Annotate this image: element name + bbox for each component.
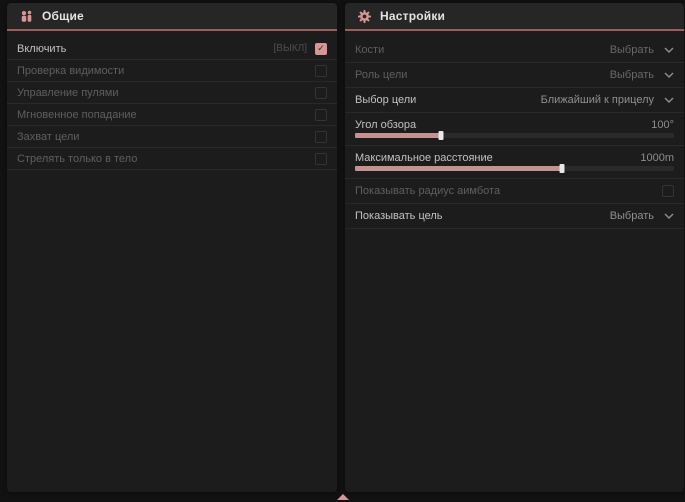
- row-label: Роль цели: [355, 69, 407, 81]
- panel-general-rows: Включить [ВЫКЛ] ✓ Проверка видимости ✓ У…: [7, 31, 337, 170]
- dropdown[interactable]: Выбрать: [610, 69, 674, 81]
- row-dropdown: Выбор цели Ближайший к прицелу: [345, 88, 684, 113]
- slider-handle[interactable]: [439, 131, 444, 140]
- panel-settings: Настройки Кости Выбрать Роль цели Выбрат…: [345, 3, 684, 492]
- dropdown[interactable]: Выбрать: [610, 44, 674, 56]
- row-label: Максимальное расстояние: [355, 152, 493, 164]
- chevron-down-icon: [664, 47, 674, 53]
- dropdown-value: Выбрать: [610, 210, 654, 222]
- slider[interactable]: [355, 166, 674, 171]
- dropdown[interactable]: Ближайший к прицелу: [541, 94, 674, 106]
- slider-value: 1000m: [640, 152, 674, 164]
- row-controls: ✓: [315, 131, 327, 143]
- slider[interactable]: [355, 133, 674, 138]
- checkmark-icon: ✓: [317, 44, 325, 53]
- dropdown-value: Выбрать: [610, 69, 654, 81]
- row-checkbox: Стрелять только в тело ✓: [7, 148, 337, 170]
- panel-title: Общие: [42, 9, 84, 23]
- row-label: Включить: [17, 43, 66, 55]
- row-checkbox: Проверка видимости ✓: [7, 60, 337, 82]
- panel-settings-rows: Кости Выбрать Роль цели Выбрать Выбор це…: [345, 31, 684, 229]
- row-label: Проверка видимости: [17, 65, 124, 77]
- row-slider: Максимальное расстояние 1000m: [345, 146, 684, 179]
- row-controls: ✓: [315, 153, 327, 165]
- cheat-menu-root: Общие Включить [ВЫКЛ] ✓ Проверка видимос…: [0, 0, 685, 502]
- row-checkbox: Показывать радиус аимбота ✓: [345, 179, 684, 204]
- row-label: Стрелять только в тело: [17, 153, 137, 165]
- row-label: Захват цели: [17, 131, 79, 143]
- row-checkbox: Мгновенное попадание ✓: [7, 104, 337, 126]
- dropdown[interactable]: Выбрать: [610, 210, 674, 222]
- gear-icon: [357, 9, 372, 24]
- row-dropdown: Кости Выбрать: [345, 38, 684, 63]
- slider-label-row: Угол обзора 100°: [355, 119, 674, 131]
- row-label: Кости: [355, 44, 384, 56]
- slider-value: 100°: [651, 119, 674, 131]
- dropdown-value: Выбрать: [610, 44, 654, 56]
- row-label: Угол обзора: [355, 119, 416, 131]
- row-checkbox: Захват цели ✓: [7, 126, 337, 148]
- slider-label-row: Максимальное расстояние 1000m: [355, 152, 674, 164]
- row-controls: ✓: [315, 109, 327, 121]
- chevron-down-icon: [664, 72, 674, 78]
- keybind-label: [ВЫКЛ]: [274, 43, 307, 54]
- panel-general: Общие Включить [ВЫКЛ] ✓ Проверка видимос…: [7, 3, 337, 492]
- row-dropdown: Роль цели Выбрать: [345, 63, 684, 88]
- checkbox[interactable]: ✓: [315, 131, 327, 143]
- checkbox[interactable]: ✓: [662, 185, 674, 197]
- chevron-down-icon: [664, 213, 674, 219]
- row-label: Мгновенное попадание: [17, 109, 137, 121]
- row-label: Управление пулями: [17, 87, 119, 99]
- row-checkbox: Управление пулями ✓: [7, 82, 337, 104]
- checkbox[interactable]: ✓: [315, 109, 327, 121]
- row-label: Показывать радиус аимбота: [355, 185, 500, 197]
- slider-fill: [355, 166, 562, 171]
- row-label: Показывать цель: [355, 210, 443, 222]
- checkbox[interactable]: ✓: [315, 43, 327, 55]
- slider-handle[interactable]: [560, 164, 565, 173]
- row-label: Выбор цели: [355, 94, 416, 106]
- row-controls: ✓: [315, 65, 327, 77]
- row-dropdown: Показывать цель Выбрать: [345, 204, 684, 229]
- row-slider: Угол обзора 100°: [345, 113, 684, 146]
- checkbox[interactable]: ✓: [315, 87, 327, 99]
- row-checkbox: Включить [ВЫКЛ] ✓: [7, 38, 337, 60]
- panel-title: Настройки: [380, 9, 445, 23]
- slider-fill: [355, 133, 441, 138]
- panel-settings-header: Настройки: [345, 3, 684, 31]
- row-controls: [ВЫКЛ] ✓: [274, 43, 327, 55]
- panel-general-header: Общие: [7, 3, 337, 31]
- checkbox[interactable]: ✓: [315, 153, 327, 165]
- chevron-down-icon: [664, 97, 674, 103]
- row-controls: ✓: [315, 87, 327, 99]
- checkbox[interactable]: ✓: [315, 65, 327, 77]
- scroll-up-arrow-icon[interactable]: [337, 494, 349, 500]
- row-controls: ✓: [662, 185, 674, 197]
- people-icon: [19, 9, 34, 24]
- dropdown-value: Ближайший к прицелу: [541, 94, 654, 106]
